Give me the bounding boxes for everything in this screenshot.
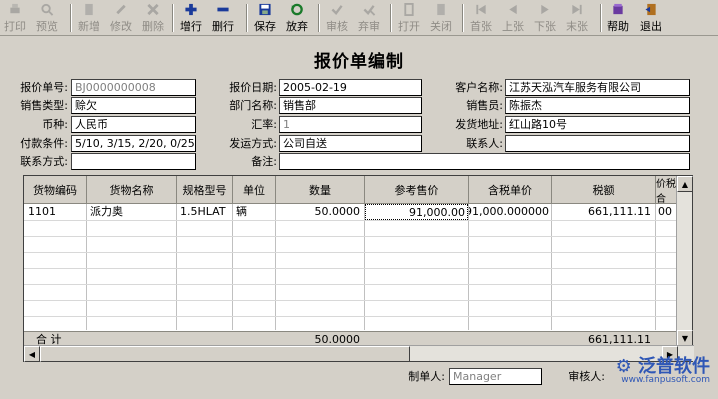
undo-icon xyxy=(291,3,303,16)
uncheck-icon xyxy=(363,5,376,16)
open-button[interactable]: 打开 xyxy=(398,3,420,34)
preview-icon xyxy=(41,3,54,16)
close-button[interactable]: 关闭 xyxy=(430,3,452,34)
delete-button[interactable]: 删除 xyxy=(142,3,164,34)
next-button[interactable]: 下张 xyxy=(534,3,556,34)
auditor-label: 审核人: xyxy=(568,370,605,383)
quote-date-field[interactable]: 2005-02-19 xyxy=(279,79,422,96)
currency-field[interactable]: 人民币 xyxy=(71,116,196,133)
scroll-left-icon[interactable]: ◀ xyxy=(24,346,40,362)
ship-addr-label: 发货地址: xyxy=(455,118,503,131)
maker-label: 制单人: xyxy=(408,370,445,383)
salesperson-label: 销售员: xyxy=(466,99,503,112)
customer-field[interactable]: 江苏天泓汽车服务有限公司 xyxy=(505,79,690,96)
ship-addr-field[interactable]: 红山路10号 xyxy=(505,116,690,133)
audit-button[interactable]: 审核 xyxy=(326,3,348,34)
new-doc-icon xyxy=(85,3,93,16)
rate-label: 汇率: xyxy=(251,118,277,131)
help-button[interactable]: 帮助 xyxy=(607,3,629,34)
discard-button[interactable]: 放弃 xyxy=(286,3,308,34)
help-icon xyxy=(613,3,623,15)
close-icon xyxy=(437,3,445,16)
col-head-unit[interactable]: 单位 xyxy=(233,176,276,204)
ship-method-field[interactable]: 公司自送 xyxy=(279,135,422,152)
contact-label: 联系人: xyxy=(466,137,503,150)
unaudit-button[interactable]: 弃审 xyxy=(358,3,380,34)
col-head-tax[interactable]: 税额 xyxy=(552,176,656,204)
col-head-total[interactable]: 价税合 xyxy=(656,176,677,204)
salesperson-field[interactable]: 陈振杰 xyxy=(505,97,690,114)
dept-label: 部门名称: xyxy=(229,99,277,112)
contact-method-label: 联系方式: xyxy=(20,155,68,168)
maker-field[interactable]: Manager xyxy=(449,368,542,385)
last-icon xyxy=(572,4,582,15)
gear-icon: ⚙ xyxy=(615,356,632,377)
toolbar: 打印 预览 新增 修改 删除 增行 删行 保存 放弃 审核 弃审 打开 关闭 首… xyxy=(0,0,718,36)
page-title: 报价单编制 xyxy=(314,52,404,72)
quote-date-label: 报价日期: xyxy=(229,81,277,94)
cell-total[interactable]: 00 xyxy=(656,204,676,220)
sales-type-field[interactable]: 赊欠 xyxy=(71,97,196,114)
rate-field[interactable]: 1 xyxy=(279,116,422,133)
prev-button[interactable]: 上张 xyxy=(502,3,524,34)
edit-button[interactable]: 修改 xyxy=(110,3,132,34)
save-icon xyxy=(259,3,271,16)
cell-code[interactable]: 1101 xyxy=(26,204,86,220)
first-button[interactable]: 首张 xyxy=(470,3,492,34)
cell-spec[interactable]: 1.5HLAT xyxy=(178,204,232,220)
payment-label: 付款条件: xyxy=(20,137,68,150)
next-icon xyxy=(541,4,549,15)
col-head-name[interactable]: 货物名称 xyxy=(87,176,177,204)
payment-field[interactable]: 5/10, 3/15, 2/20, 0/25 xyxy=(71,135,196,152)
last-button[interactable]: 末张 xyxy=(566,3,588,34)
brand-url: www.fanpusoft.com xyxy=(621,375,710,385)
horizontal-scrollbar[interactable]: ◀ ▶ xyxy=(24,345,694,362)
scroll-down-icon[interactable]: ▼ xyxy=(677,330,693,346)
printer-icon xyxy=(10,3,20,14)
remark-label: 备注: xyxy=(251,155,277,168)
cell-unit[interactable]: 辆 xyxy=(234,204,275,220)
edit-icon xyxy=(116,4,126,15)
cell-tax-price[interactable]: 91,000.000000 xyxy=(469,204,551,220)
col-head-tax-price[interactable]: 含税单价 xyxy=(469,176,552,204)
cell-ref-price[interactable]: 91,000.00 xyxy=(365,204,468,220)
preview-button[interactable]: 预览 xyxy=(36,3,58,34)
currency-label: 币种: xyxy=(42,118,68,131)
delete-icon xyxy=(147,3,159,16)
customer-label: 客户名称: xyxy=(455,81,503,94)
print-button[interactable]: 打印 xyxy=(4,3,26,34)
remove-row-icon xyxy=(217,7,229,12)
dept-field[interactable]: 销售部 xyxy=(279,97,422,114)
remark-field[interactable] xyxy=(279,153,690,170)
col-head-spec[interactable]: 规格型号 xyxy=(177,176,233,204)
scroll-up-icon[interactable]: ▲ xyxy=(677,176,693,192)
new-button[interactable]: 新增 xyxy=(78,3,100,34)
exit-icon xyxy=(645,3,656,16)
ship-method-label: 发运方式: xyxy=(229,137,277,150)
remove-row-button[interactable]: 删行 xyxy=(212,3,234,34)
sales-type-label: 销售类型: xyxy=(20,99,68,112)
quote-no-field[interactable]: BJ0000000008 xyxy=(71,79,196,96)
col-head-ref-price[interactable]: 参考售价 xyxy=(365,176,469,204)
add-row-icon xyxy=(185,3,197,16)
col-head-qty[interactable]: 数量 xyxy=(276,176,365,204)
check-icon xyxy=(331,5,343,15)
contact-field[interactable] xyxy=(505,135,690,152)
save-button[interactable]: 保存 xyxy=(254,3,276,34)
col-head-code[interactable]: 货物编码 xyxy=(24,176,87,204)
cell-qty[interactable]: 50.0000 xyxy=(276,204,362,220)
contact-method-field[interactable] xyxy=(71,153,196,170)
add-row-button[interactable]: 增行 xyxy=(180,3,202,34)
quote-no-label: 报价单号: xyxy=(20,81,68,94)
vertical-scrollbar[interactable]: ▲ ▼ xyxy=(676,176,693,346)
cell-tax[interactable]: 661,111.11 xyxy=(552,204,653,220)
open-icon xyxy=(404,3,414,16)
prev-icon xyxy=(509,4,517,15)
scroll-thumb[interactable] xyxy=(40,346,410,362)
cell-name[interactable]: 派力奥 xyxy=(88,204,176,220)
exit-button[interactable]: 退出 xyxy=(640,3,662,34)
items-grid: 货物编码 货物名称 规格型号 单位 数量 参考售价 含税单价 税额 价税合 11… xyxy=(23,175,694,362)
first-icon xyxy=(476,4,486,15)
